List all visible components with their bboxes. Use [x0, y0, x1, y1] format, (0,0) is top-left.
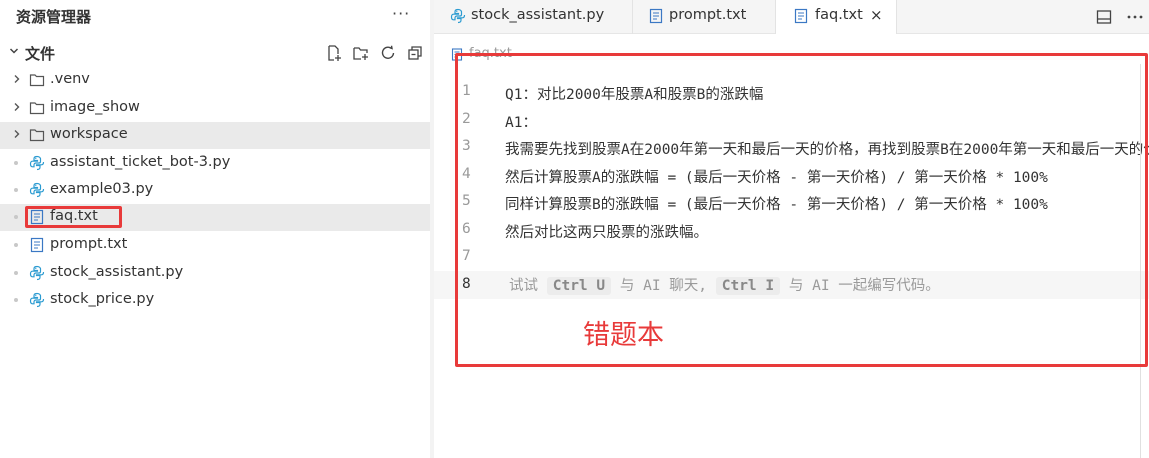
- tree-item-venv[interactable]: .venv: [0, 67, 430, 94]
- more-actions-icon[interactable]: [1126, 8, 1144, 26]
- tab-separator: [896, 0, 897, 34]
- bullet-dot: [14, 188, 18, 192]
- tab-label: prompt.txt: [669, 7, 747, 23]
- tree-item-workspace[interactable]: workspace: [0, 122, 430, 149]
- explorer-header: 资源管理器 ···: [0, 0, 430, 32]
- section-toolbar: [325, 44, 428, 63]
- tab-stock-assistant[interactable]: stock_assistant.py: [434, 0, 632, 34]
- chevron-right-icon: [14, 130, 20, 138]
- bullet-dot: [14, 243, 18, 247]
- folder-icon: [29, 102, 45, 115]
- tree-item-label: assistant_ticket_bot-3.py: [50, 154, 231, 170]
- text-file-icon: [30, 237, 44, 253]
- tree-item-label: example03.py: [50, 181, 154, 197]
- highlight-box-faq: [25, 206, 122, 228]
- tree-item-label: workspace: [50, 126, 128, 142]
- chevron-down-icon[interactable]: [9, 44, 19, 61]
- tree-item-label: image_show: [50, 99, 140, 115]
- close-icon[interactable]: ×: [870, 6, 883, 24]
- bullet-dot: [14, 215, 18, 219]
- chevron-right-icon: [14, 75, 20, 83]
- folder-icon: [29, 129, 45, 142]
- text-file-icon: [794, 8, 808, 24]
- tree-item-stock-price[interactable]: stock_price.py: [0, 287, 430, 314]
- tree-item-example03[interactable]: example03.py: [0, 177, 430, 204]
- chevron-right-icon: [14, 103, 20, 111]
- files-section-header[interactable]: 文件: [0, 40, 430, 66]
- more-actions-icon[interactable]: ···: [392, 4, 410, 23]
- tab-label: faq.txt: [815, 7, 863, 23]
- explorer-sidebar: 资源管理器 ··· 文件 .venv image_show workspace …: [0, 0, 430, 458]
- new-file-icon[interactable]: [325, 44, 343, 62]
- highlight-box-editor: [455, 53, 1148, 367]
- tree-item-image-show[interactable]: image_show: [0, 95, 430, 122]
- tree-item-label: stock_price.py: [50, 291, 155, 307]
- collapse-all-icon[interactable]: [406, 44, 424, 62]
- bullet-dot: [14, 298, 18, 302]
- tab-faq[interactable]: faq.txt ×: [776, 0, 896, 35]
- python-file-icon: [29, 155, 45, 171]
- tree-item-label: prompt.txt: [50, 236, 128, 252]
- bullet-dot: [14, 271, 18, 275]
- new-folder-icon[interactable]: [352, 44, 370, 62]
- tab-prompt[interactable]: prompt.txt: [633, 0, 775, 34]
- tree-item-label: stock_assistant.py: [50, 264, 184, 280]
- python-file-icon: [29, 182, 45, 198]
- editor-tab-bar: stock_assistant.py prompt.txt faq.txt ×: [434, 0, 1149, 35]
- split-editor-icon[interactable]: [1095, 8, 1113, 26]
- tree-item-assistant-ticket-bot[interactable]: assistant_ticket_bot-3.py: [0, 150, 430, 177]
- tab-label: stock_assistant.py: [471, 7, 605, 23]
- files-section-label: 文件: [25, 45, 56, 63]
- bullet-dot: [14, 161, 18, 165]
- explorer-title: 资源管理器: [16, 8, 92, 26]
- python-file-icon: [29, 292, 45, 308]
- tree-item-label: .venv: [50, 71, 90, 87]
- annotation-label: 错题本: [583, 320, 664, 351]
- text-file-icon: [649, 8, 663, 24]
- python-file-icon: [450, 8, 466, 24]
- python-file-icon: [29, 265, 45, 281]
- tree-item-prompt[interactable]: prompt.txt: [0, 232, 430, 259]
- folder-icon: [29, 74, 45, 87]
- refresh-icon[interactable]: [379, 44, 397, 62]
- tree-item-stock-assistant[interactable]: stock_assistant.py: [0, 260, 430, 287]
